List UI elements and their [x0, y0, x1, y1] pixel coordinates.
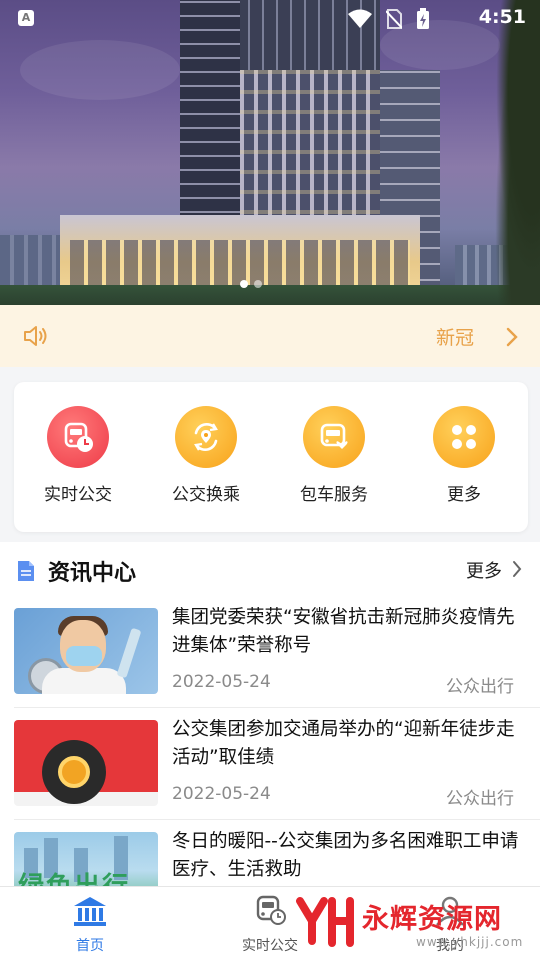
grid-more-icon	[433, 406, 495, 468]
news-source: 公众出行	[446, 677, 514, 697]
news-item[interactable]: 集团党委荣获“安徽省抗击新冠肺炎疫情先进集体”荣誉称号 2022-05-24 公…	[0, 596, 540, 708]
quick-item-charter[interactable]: 包车服务	[270, 406, 398, 505]
carousel-dots[interactable]	[240, 280, 262, 288]
notice-bar[interactable]: 新冠	[0, 305, 540, 367]
status-bar: A 4:51	[0, 0, 540, 36]
status-icons	[348, 8, 430, 30]
bus-clock-icon	[47, 406, 109, 468]
quick-item-label: 包车服务	[300, 485, 368, 505]
quick-item-label: 公交换乘	[172, 485, 240, 505]
carousel-dot[interactable]	[240, 280, 248, 288]
watermark-url: www.yhkjjj.com	[416, 935, 524, 949]
nav-home[interactable]: 首页	[30, 895, 150, 955]
news-list: 集团党委荣获“安徽省抗击新冠肺炎疫情先进集体”荣誉称号 2022-05-24 公…	[0, 596, 540, 886]
chevron-right-icon[interactable]	[512, 560, 522, 578]
app-badge-icon: A	[18, 10, 34, 26]
charter-bus-icon	[303, 406, 365, 468]
news-title[interactable]: 集团党委荣获“安徽省抗击新冠肺炎疫情先进集体”荣誉称号	[172, 604, 528, 660]
quick-item-label: 更多	[447, 485, 481, 505]
notice-text[interactable]: 新冠	[436, 323, 496, 350]
news-title[interactable]: 冬日的暖阳--公交集团为多名困难职工申请医疗、生活救助	[172, 828, 528, 884]
banner-carousel[interactable]	[0, 0, 540, 305]
banner-trees	[0, 285, 540, 305]
news-thumbnail	[14, 720, 158, 806]
news-item[interactable]: 公交集团参加交通局举办的“迎新年徒步走活动”取佳绩 2022-05-24 公众出…	[0, 708, 540, 820]
bus-clock-icon	[256, 895, 286, 925]
news-more-link[interactable]: 更多	[466, 557, 502, 583]
watermark-logo	[296, 897, 354, 947]
news-source: 公众出行	[446, 789, 514, 809]
battery-charging-icon	[417, 8, 429, 29]
quick-item-transfer[interactable]: 公交换乘	[142, 406, 270, 505]
news-thumbnail	[14, 608, 158, 694]
thumbnail-text: 绿色出行	[18, 866, 130, 886]
banner-cloud	[20, 40, 180, 100]
carousel-dot[interactable]	[254, 280, 262, 288]
watermark-name: 永辉资源网	[362, 904, 502, 935]
no-sim-icon	[386, 9, 402, 29]
news-item[interactable]: 绿色出行 冬日的暖阳--公交集团为多名困难职工申请医疗、生活救助	[0, 820, 540, 886]
news-date: 2022-05-24	[172, 784, 271, 804]
banner-podium-windows	[70, 240, 410, 285]
transfer-location-icon	[175, 406, 237, 468]
quick-item-label: 实时公交	[44, 485, 112, 505]
wifi-icon	[348, 9, 372, 28]
watermark: 永辉资源网 www.yhkjjj.com	[296, 893, 526, 955]
news-section-title: 资讯中心	[48, 561, 137, 586]
document-icon	[18, 561, 34, 581]
chevron-right-icon[interactable]	[506, 327, 518, 347]
news-date: 2022-05-24	[172, 672, 271, 692]
banner-tree-right	[490, 0, 540, 305]
news-section-header: 资讯中心 更多	[0, 542, 540, 597]
quick-item-more[interactable]: 更多	[400, 406, 528, 505]
quick-item-realtime-bus[interactable]: 实时公交	[14, 406, 142, 505]
home-bank-icon	[74, 897, 106, 926]
news-thumbnail: 绿色出行	[14, 832, 158, 886]
nav-label: 首页	[76, 938, 104, 954]
quick-access-card: 实时公交 公交换乘 包车服务 更多	[14, 382, 528, 532]
speaker-icon	[24, 326, 47, 346]
clock: 4:51	[478, 6, 526, 28]
news-title[interactable]: 公交集团参加交通局举办的“迎新年徒步走活动”取佳绩	[172, 716, 528, 772]
